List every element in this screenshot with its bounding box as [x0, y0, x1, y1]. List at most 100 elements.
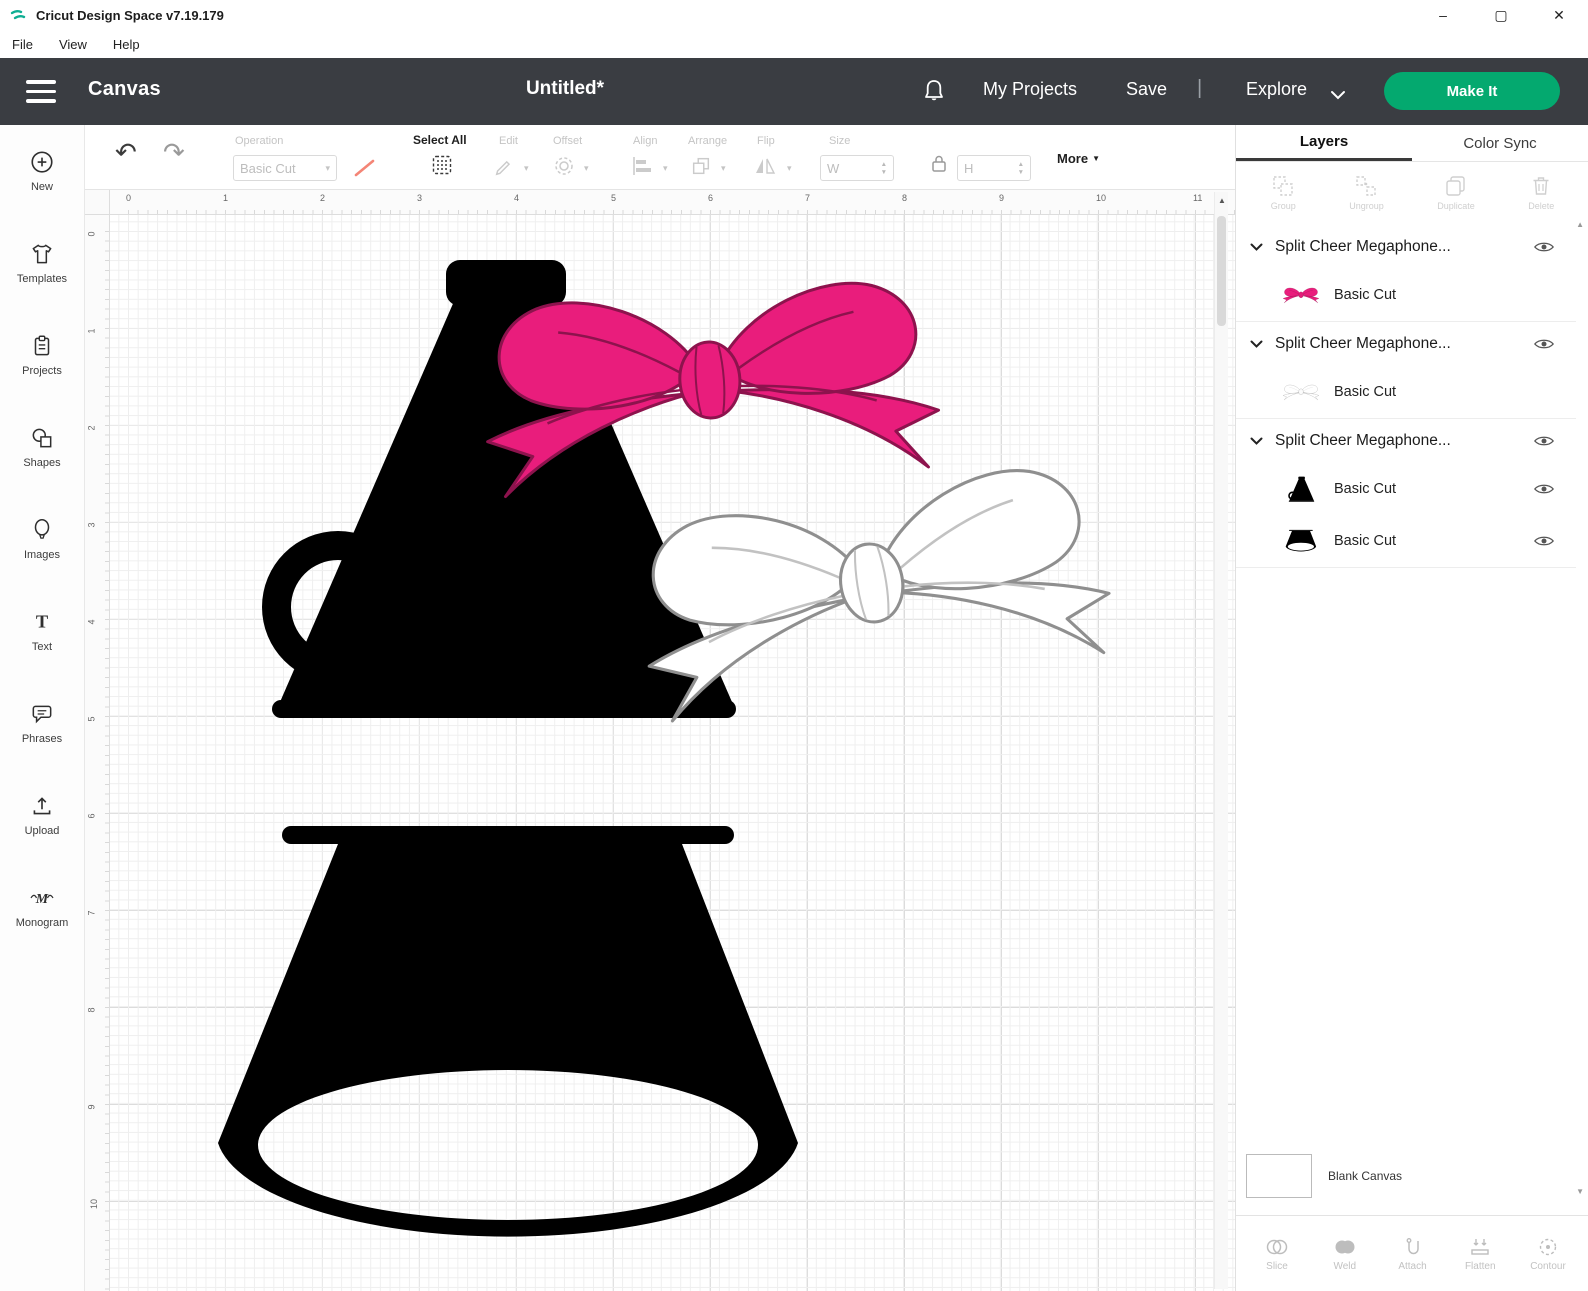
ruler-number: 10	[1096, 193, 1107, 203]
arrange-icon	[690, 155, 712, 182]
sidebar-item-upload[interactable]: Upload	[0, 769, 84, 861]
tool-label: Contour	[1530, 1260, 1566, 1272]
redo-button[interactable]: ↷	[163, 139, 185, 165]
contour-button[interactable]: Contour	[1519, 1236, 1577, 1272]
tool-label: Attach	[1398, 1260, 1427, 1272]
clipboard-icon	[34, 335, 50, 356]
panel-scroll-up-icon[interactable]: ▲	[1576, 220, 1584, 229]
select-all-icon[interactable]	[430, 153, 454, 182]
ungroup-button[interactable]: Ungroup	[1349, 174, 1384, 211]
scroll-up-icon[interactable]: ▲	[1215, 196, 1229, 205]
layer-row[interactable]: Basic Cut	[1236, 515, 1576, 567]
layers-panel: Layers Color Sync Group Ungroup Duplicat…	[1235, 125, 1588, 1291]
sidebar-item-shapes[interactable]: Shapes	[0, 401, 84, 493]
lock-icon[interactable]	[930, 153, 948, 178]
sidebar-item-monogram[interactable]: M Monogram	[0, 861, 84, 953]
height-input[interactable]: H ▲ ▼	[957, 155, 1031, 181]
menu-view[interactable]: View	[59, 37, 87, 52]
cricut-logo-icon	[10, 7, 28, 23]
layer-group-header[interactable]: Split Cheer Megaphone...	[1236, 419, 1576, 463]
layer-row[interactable]: Basic Cut	[1236, 366, 1576, 418]
layer-row[interactable]: Basic Cut	[1236, 269, 1576, 321]
close-button[interactable]: ✕	[1530, 0, 1588, 30]
visibility-eye-icon[interactable]	[1534, 240, 1554, 254]
white-bow-shape[interactable]	[627, 458, 1119, 724]
operation-dropdown[interactable]: Basic Cut ▾	[233, 155, 337, 181]
blank-canvas-swatch[interactable]	[1246, 1154, 1312, 1198]
ruler-number: 3	[417, 193, 423, 203]
tab-color-sync[interactable]: Color Sync	[1412, 125, 1588, 161]
design-canvas[interactable]	[110, 215, 1235, 1291]
maximize-button[interactable]: ▢	[1472, 0, 1530, 30]
app-window: Cricut Design Space v7.19.179 – ▢ ✕ File…	[0, 0, 1588, 1291]
select-all-label[interactable]: Select All	[413, 133, 467, 147]
layer-group-header[interactable]: Split Cheer Megaphone...	[1236, 225, 1576, 269]
height-stepper[interactable]: ▲ ▼	[1018, 161, 1024, 176]
scrollbar-thumb[interactable]	[1217, 216, 1226, 326]
menu-help[interactable]: Help	[113, 37, 140, 52]
layer-group-2: Split Cheer Megaphone... Basic Cut	[1236, 322, 1576, 419]
layer-label: Basic Cut	[1334, 533, 1397, 549]
ruler-number: 1	[223, 193, 229, 203]
more-label: More	[1057, 151, 1089, 166]
group-icon	[1273, 175, 1293, 196]
sidebar-item-label: Upload	[24, 825, 60, 837]
canvas-vertical-scrollbar[interactable]: ▲	[1214, 192, 1228, 1289]
chevron-down-icon[interactable]	[1250, 340, 1263, 349]
sidebar-item-projects[interactable]: Projects	[0, 309, 84, 401]
visibility-eye-icon[interactable]	[1534, 534, 1554, 548]
megaphone-top-shape[interactable]	[262, 260, 736, 718]
sidebar-item-text[interactable]: T Text	[0, 585, 84, 677]
sidebar-item-new[interactable]: New	[0, 125, 84, 217]
material-color-swatch[interactable]	[349, 155, 379, 186]
visibility-eye-icon[interactable]	[1534, 434, 1554, 448]
window-title: Cricut Design Space v7.19.179	[36, 7, 224, 23]
chevron-down-icon[interactable]	[1250, 437, 1263, 446]
attach-button[interactable]: Attach	[1384, 1236, 1442, 1272]
weld-button[interactable]: Weld	[1316, 1236, 1374, 1272]
menu-file[interactable]: File	[12, 37, 33, 52]
visibility-eye-icon[interactable]	[1534, 337, 1554, 351]
visibility-eye-icon[interactable]	[1534, 482, 1554, 496]
notifications-bell-icon[interactable]	[922, 78, 946, 109]
slice-button[interactable]: Slice	[1248, 1236, 1306, 1272]
group-button[interactable]: Group	[1271, 174, 1296, 211]
undo-button[interactable]: ↶	[115, 139, 137, 165]
monogram-icon: M	[30, 892, 54, 907]
width-stepper[interactable]: ▲ ▼	[881, 161, 887, 176]
minimize-button[interactable]: –	[1414, 0, 1472, 30]
sidebar-item-images[interactable]: Images	[0, 493, 84, 585]
tool-label: Flatten	[1464, 1260, 1496, 1272]
chevron-down-icon[interactable]	[1250, 243, 1263, 252]
duplicate-button[interactable]: Duplicate	[1437, 174, 1475, 211]
sidebar-item-phrases[interactable]: Phrases	[0, 677, 84, 769]
more-button[interactable]: More ▼	[1057, 151, 1100, 166]
ruler-number: 6	[708, 193, 714, 203]
chevron-down-icon[interactable]	[1330, 87, 1346, 105]
svg-text:M: M	[35, 892, 49, 907]
tab-layers[interactable]: Layers	[1236, 125, 1412, 161]
arrange-caret-icon: ▾	[721, 163, 726, 173]
megaphone-bottom-shape[interactable]	[218, 826, 798, 1237]
sidebar-item-label: Projects	[22, 365, 62, 377]
layer-group-header[interactable]: Split Cheer Megaphone...	[1236, 322, 1576, 366]
layer-row[interactable]: Basic Cut	[1236, 463, 1576, 515]
my-projects-link[interactable]: My Projects	[983, 79, 1077, 100]
flip-icon	[753, 155, 777, 182]
flatten-button[interactable]: Flatten	[1451, 1236, 1509, 1272]
delete-button[interactable]: Delete	[1528, 174, 1554, 211]
balloon-icon	[34, 518, 50, 539]
make-it-button[interactable]: Make It	[1384, 72, 1560, 110]
attach-icon	[1406, 1237, 1419, 1254]
layer-group-3: Split Cheer Megaphone... Basic Cut Basic…	[1236, 419, 1576, 568]
width-input[interactable]: W ▲ ▼	[820, 155, 894, 181]
document-title[interactable]: Untitled*	[460, 78, 670, 100]
align-label: Align	[633, 135, 658, 147]
align-caret-icon: ▾	[663, 163, 668, 173]
sidebar-item-templates[interactable]: Templates	[0, 217, 84, 309]
explore-link[interactable]: Explore	[1246, 79, 1307, 100]
blank-canvas-row[interactable]: Blank Canvas	[1236, 1148, 1588, 1204]
hamburger-menu-icon[interactable]	[26, 80, 56, 103]
save-link[interactable]: Save	[1126, 79, 1167, 100]
ruler-top: 0 1 2 3 4 5 6 7 8 9 10 11	[110, 190, 1235, 215]
